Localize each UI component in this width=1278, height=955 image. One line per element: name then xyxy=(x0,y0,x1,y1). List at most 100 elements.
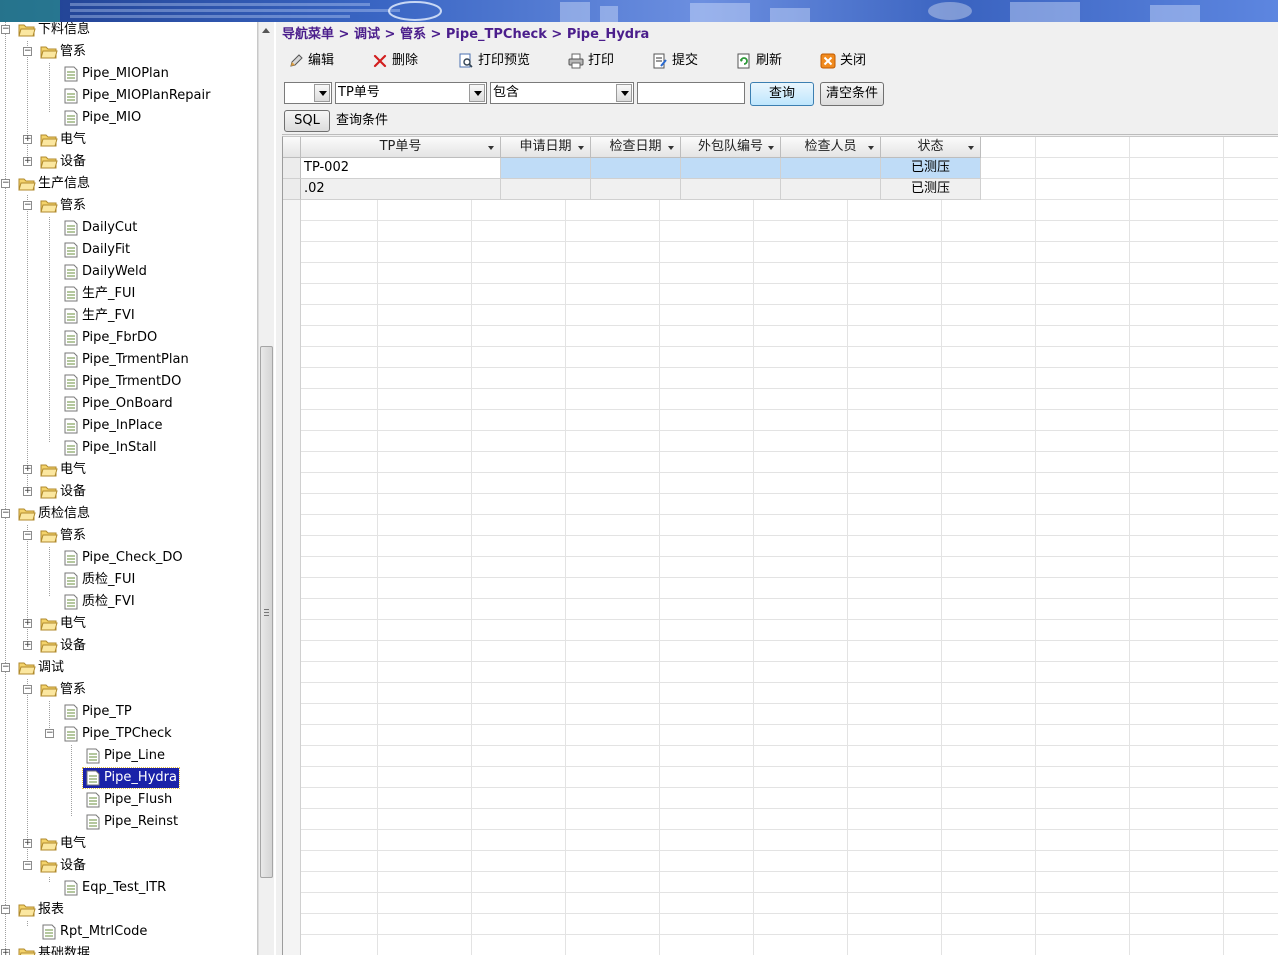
tree-node-equipment-1[interactable]: + 设备 xyxy=(0,151,257,173)
table-cell[interactable] xyxy=(681,179,781,200)
expand-icon[interactable]: + xyxy=(23,487,32,496)
tree-node-materials[interactable]: − 下料信息 xyxy=(0,22,257,41)
table-cell[interactable] xyxy=(501,179,591,200)
tree-leaf-pipe-line[interactable]: Pipe_Line xyxy=(0,745,257,767)
breadcrumb-item[interactable]: Pipe_TPCheck xyxy=(446,27,547,42)
scroll-up-arrow-icon[interactable] xyxy=(262,28,270,33)
column-header-apply-date[interactable]: 申请日期 xyxy=(501,137,591,158)
filter-dropdown-icon[interactable] xyxy=(488,146,494,150)
scrollbar-thumb[interactable] xyxy=(260,346,273,878)
expand-icon[interactable]: + xyxy=(23,641,32,650)
filter-dropdown-icon[interactable] xyxy=(578,146,584,150)
collapse-icon[interactable]: − xyxy=(1,25,10,34)
tree-leaf-pipe-mio[interactable]: Pipe_MIO xyxy=(0,107,257,129)
tree-node-base-data[interactable]: + 基础数据 xyxy=(0,943,257,955)
collapse-icon[interactable]: − xyxy=(23,47,32,56)
collapse-icon[interactable]: − xyxy=(23,861,32,870)
expand-icon[interactable]: + xyxy=(23,619,32,628)
sql-button[interactable]: SQL xyxy=(284,110,330,132)
table-cell[interactable]: .02 xyxy=(301,179,501,200)
expand-icon[interactable]: + xyxy=(23,465,32,474)
tree-leaf-pipe-trmentplan[interactable]: Pipe_TrmentPlan xyxy=(0,349,257,371)
chevron-down-icon[interactable] xyxy=(469,84,485,102)
tree-node-electrical-1[interactable]: + 电气 xyxy=(0,129,257,151)
tree-leaf-production-fvi[interactable]: 生产_FVI xyxy=(0,305,257,327)
table-cell[interactable] xyxy=(781,158,881,179)
filter-dropdown-icon[interactable] xyxy=(868,146,874,150)
filter-dropdown-icon[interactable] xyxy=(668,146,674,150)
breadcrumb-item[interactable]: 导航菜单 xyxy=(282,27,334,42)
column-header-inspector[interactable]: 检查人员 xyxy=(781,137,881,158)
tree-node-pipe-4[interactable]: − 管系 xyxy=(0,679,257,701)
expand-icon[interactable]: + xyxy=(23,839,32,848)
tree-node-electrical-3[interactable]: + 电气 xyxy=(0,613,257,635)
tree-leaf-pipe-onboard[interactable]: Pipe_OnBoard xyxy=(0,393,257,415)
print-button[interactable]: 打印 xyxy=(568,50,628,72)
tree-node-equipment-4[interactable]: − 设备 xyxy=(0,855,257,877)
tree-node-electrical-4[interactable]: + 电气 xyxy=(0,833,257,855)
query-button[interactable]: 查询 xyxy=(750,82,814,106)
row-header[interactable] xyxy=(283,179,301,200)
filter-dropdown-icon[interactable] xyxy=(968,146,974,150)
tree-node-electrical-2[interactable]: + 电气 xyxy=(0,459,257,481)
table-cell[interactable] xyxy=(591,158,681,179)
clear-conditions-button[interactable]: 清空条件 xyxy=(820,82,884,106)
expand-icon[interactable]: + xyxy=(1,949,10,955)
table-cell[interactable] xyxy=(781,179,881,200)
tree-leaf-dailyfit[interactable]: DailyFit xyxy=(0,239,257,261)
tree-leaf-rpt-mtrlcode[interactable]: Rpt_MtrlCode xyxy=(0,921,257,943)
tree-leaf-pipe-inplace[interactable]: Pipe_InPlace xyxy=(0,415,257,437)
collapse-icon[interactable]: − xyxy=(23,685,32,694)
table-cell[interactable]: 已测压 xyxy=(881,158,981,179)
tree-node-equipment-2[interactable]: + 设备 xyxy=(0,481,257,503)
delete-button[interactable]: 删除 xyxy=(372,50,432,72)
breadcrumb-item[interactable]: 管系 xyxy=(400,27,426,42)
expand-icon[interactable]: + xyxy=(23,135,32,144)
tree-leaf-production-fui[interactable]: 生产_FUI xyxy=(0,283,257,305)
column-header-contractor-no[interactable]: 外包队编号 xyxy=(681,137,781,158)
tree-leaf-quality-fvi[interactable]: 质检_FVI xyxy=(0,591,257,613)
data-grid[interactable]: TP单号 申请日期 检查日期 外包队编号 检查人员 状态 TP-002 已测压 … xyxy=(282,136,1278,955)
breadcrumb-item[interactable]: 调试 xyxy=(354,27,380,42)
collapse-icon[interactable]: − xyxy=(1,663,10,672)
refresh-button[interactable]: 刷新 xyxy=(736,50,796,72)
tree-leaf-pipe-check-do[interactable]: Pipe_Check_DO xyxy=(0,547,257,569)
tree-leaf-pipe-tp[interactable]: Pipe_TP xyxy=(0,701,257,723)
chevron-down-icon[interactable] xyxy=(616,84,632,102)
operator-combo[interactable]: 包含 xyxy=(490,82,634,104)
tree-leaf-pipe-mioplanrepair[interactable]: Pipe_MIOPlanRepair xyxy=(0,85,257,107)
collapse-icon[interactable]: − xyxy=(23,531,32,540)
table-cell[interactable] xyxy=(681,158,781,179)
tree-node-pipe-tpcheck[interactable]: − Pipe_TPCheck xyxy=(0,723,257,745)
table-cell[interactable] xyxy=(501,158,591,179)
collapse-icon[interactable]: − xyxy=(45,729,54,738)
tree-leaf-pipe-mioplan[interactable]: Pipe_MIOPlan xyxy=(0,63,257,85)
expand-icon[interactable]: + xyxy=(23,157,32,166)
column-header-status[interactable]: 状态 xyxy=(881,137,981,158)
field-combo[interactable]: TP单号 xyxy=(335,82,487,104)
row-header[interactable] xyxy=(283,158,301,179)
table-cell[interactable]: TP-002 xyxy=(301,158,501,179)
submit-button[interactable]: 提交 xyxy=(652,50,712,72)
close-button[interactable]: 关闭 xyxy=(820,50,880,72)
tree-node-reports[interactable]: − 报表 xyxy=(0,899,257,921)
grid-corner[interactable] xyxy=(283,137,301,158)
collapse-icon[interactable]: − xyxy=(23,201,32,210)
tree-node-pipe-1[interactable]: − 管系 xyxy=(0,41,257,63)
logic-combo[interactable] xyxy=(284,82,332,104)
tree-leaf-pipe-trmentdo[interactable]: Pipe_TrmentDO xyxy=(0,371,257,393)
print-preview-button[interactable]: 打印预览 xyxy=(458,50,548,72)
table-cell[interactable] xyxy=(591,179,681,200)
tree-leaf-pipe-fbrdo[interactable]: Pipe_FbrDO xyxy=(0,327,257,349)
edit-button[interactable]: 编辑 xyxy=(288,50,348,72)
tree-node-pipe-3[interactable]: − 管系 xyxy=(0,525,257,547)
tree-leaf-pipe-install[interactable]: Pipe_InStall xyxy=(0,437,257,459)
tree-leaf-pipe-hydra[interactable]: Pipe_Hydra xyxy=(0,767,257,789)
tree-scrollbar[interactable] xyxy=(258,22,274,955)
breadcrumb-item[interactable]: Pipe_Hydra xyxy=(567,27,649,42)
filter-value-input[interactable] xyxy=(637,82,745,104)
tree-node-debug[interactable]: − 调试 xyxy=(0,657,257,679)
column-header-check-date[interactable]: 检查日期 xyxy=(591,137,681,158)
tree-leaf-pipe-reinst[interactable]: Pipe_Reinst xyxy=(0,811,257,833)
filter-dropdown-icon[interactable] xyxy=(768,146,774,150)
